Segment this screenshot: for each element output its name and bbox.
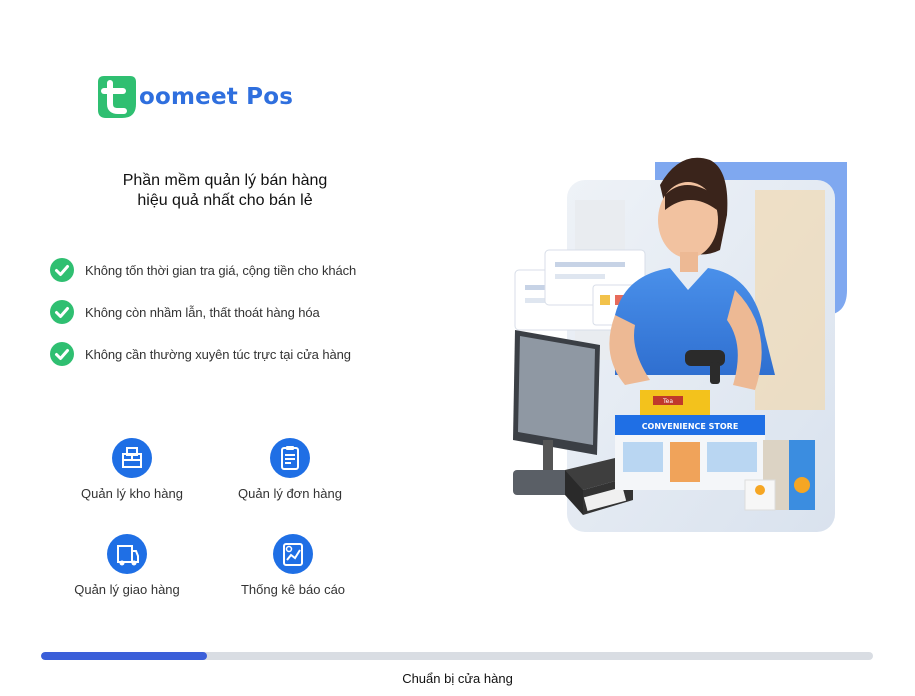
tagline-line-1: Phần mềm quản lý bán hàng — [122, 172, 328, 189]
loading-status-text: Chuẩn bị cửa hàng — [402, 671, 513, 686]
logo-t-icon — [98, 76, 136, 118]
benefit-text: Không tốn thời gian tra giá, cộng tiền c… — [85, 262, 357, 278]
app-logo: oomeet Pos — [96, 74, 293, 120]
benefit-item: Không tốn thời gian tra giá, cộng tiền c… — [50, 256, 356, 284]
benefit-list: Không tốn thời gian tra giá, cộng tiền c… — [50, 256, 356, 382]
progress-fill — [41, 652, 208, 660]
tagline-line-2: hiệu quả nhất cho bán lẻ — [137, 192, 313, 209]
feature-label: Quản lý đơn hàng — [238, 486, 342, 501]
logo-wordmark: oomeet Pos — [139, 84, 294, 110]
feature-label: Thống kê báo cáo — [240, 582, 346, 597]
loading-progress-bar — [41, 652, 873, 660]
check-circle-icon — [50, 342, 74, 366]
hero-illustration: Tea CONVENIENCE STORE — [513, 157, 847, 532]
benefit-text: Không còn nhầm lẫn, thất thoát hàng hóa — [85, 304, 320, 320]
check-circle-icon — [50, 258, 74, 282]
store-sign: CONVENIENCE STORE — [642, 422, 739, 431]
feature-delivery: Quản lý giao hàng — [52, 534, 202, 597]
check-circle-icon — [50, 300, 74, 324]
splash-screen: oomeet Pos Phần mềm quản lý bán hàng hiệ… — [0, 0, 915, 696]
store-model: CONVENIENCE STORE — [615, 415, 765, 490]
feature-reports: Thống kê báo cáo — [218, 534, 368, 597]
delivery-icon — [107, 534, 147, 574]
benefit-item: Không còn nhầm lẫn, thất thoát hàng hóa — [50, 298, 356, 326]
benefit-text: Không cần thường xuyên túc trực tại cửa … — [85, 346, 351, 362]
tea-label: Tea — [662, 398, 673, 405]
order-clipboard-icon — [270, 438, 310, 478]
feature-label: Quản lý kho hàng — [81, 486, 183, 501]
feature-warehouse: Quản lý kho hàng — [57, 438, 207, 501]
feature-label: Quản lý giao hàng — [74, 582, 180, 597]
tagline: Phần mềm quản lý bán hàng hiệu quả nhất … — [60, 171, 390, 211]
feature-orders: Quản lý đơn hàng — [215, 438, 365, 501]
benefit-item: Không cần thường xuyên túc trực tại cửa … — [50, 340, 356, 368]
report-chart-icon — [273, 534, 313, 574]
warehouse-icon — [112, 438, 152, 478]
